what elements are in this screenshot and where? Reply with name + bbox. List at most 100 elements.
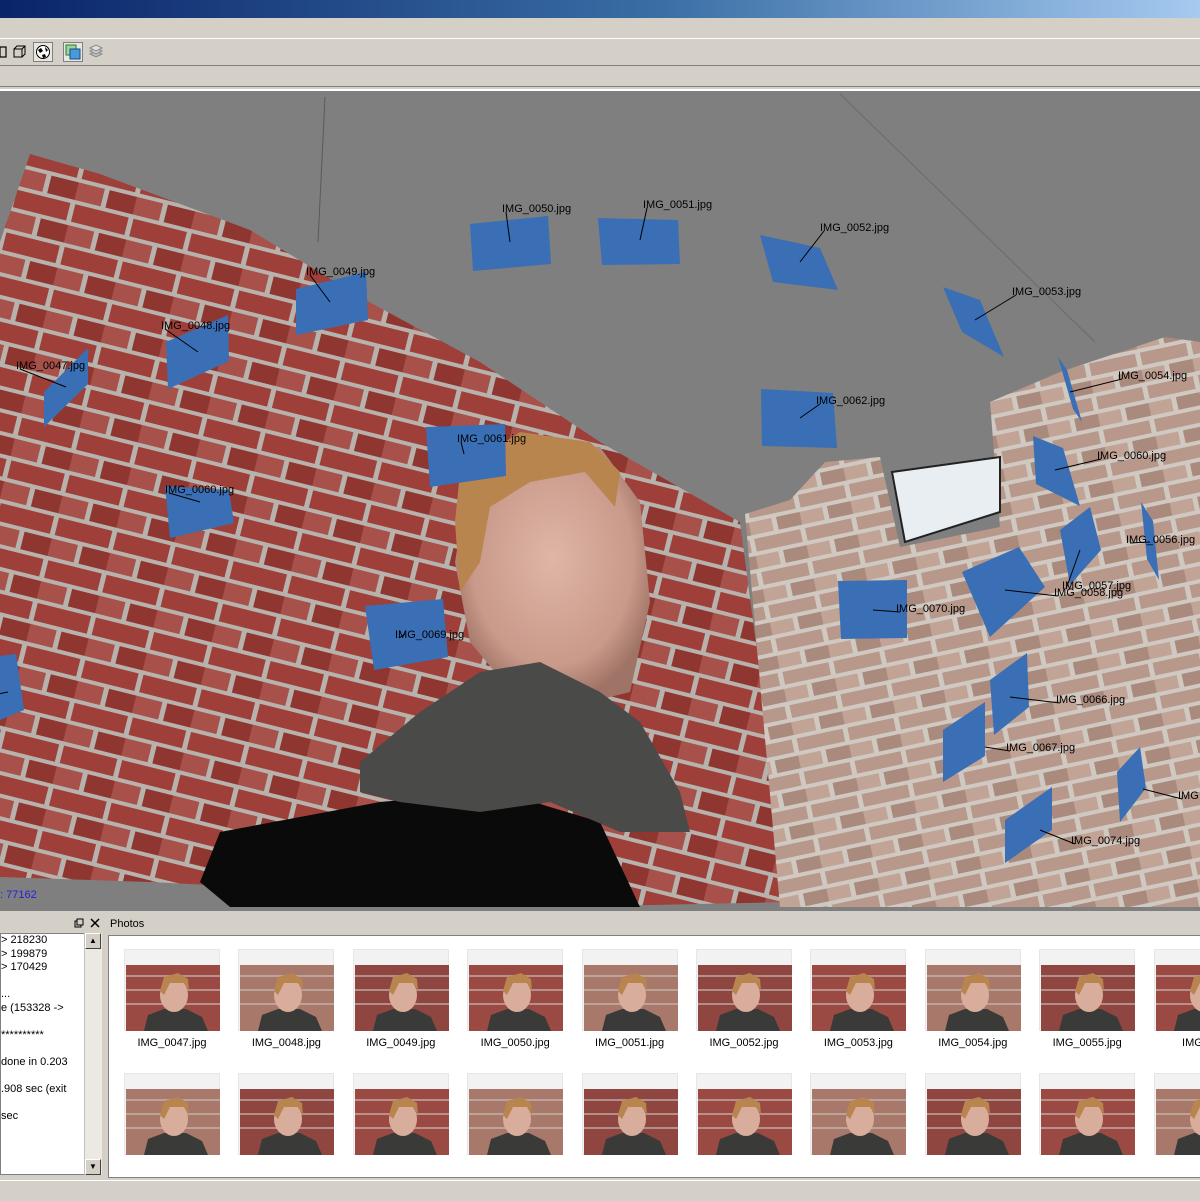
photo-thumbnail[interactable] [467,949,564,1031]
thumbnail-image [240,1089,335,1155]
log-output: > 218230 > 199879 > 170429... e (153328 -> *… [0,933,86,1175]
thumbnail-image [698,1089,792,1155]
camera-marker[interactable] [943,287,1004,357]
status-bar [0,1180,1200,1201]
scene-canvas[interactable]: IMG_0050.jpg IMG_0051.jpg IMG_0052.jpg IMG_… [0,91,1200,911]
camera-label: IMG_0058.jpg [1054,587,1123,599]
thumbnail-image [583,965,678,1031]
photo-thumbnail[interactable] [467,1073,564,1155]
photo-filename: IMG_0052.jpg [709,1037,779,1049]
camera-label: IMG_0056.jpg [1126,534,1195,546]
camera-label: IMG_0070.jpg [896,603,965,615]
log-line: e (153328 -> [1,1001,64,1014]
camera-label: IMG_0062.jpg [816,395,885,407]
camera-label: IMG_0054.jpg [1118,370,1187,382]
photo-thumbnail[interactable] [696,1073,792,1155]
camera-marker[interactable] [760,235,838,290]
log-line: done in 0.203 [1,1055,68,1068]
photos-panel: Photos IMG_0047.jpg IMG_0048.jpg IMG_0049.… [108,913,1200,1178]
photo-thumbnail[interactable] [810,949,907,1031]
camera-label: IMG_0074.jpg [1071,835,1140,847]
photo-filename: IMG_0047.jpg [137,1037,207,1049]
thumbnail-image [354,965,449,1031]
thumbnail-image [1041,965,1136,1031]
photo-thumbnail[interactable] [124,1073,220,1155]
photo-thumbnail[interactable] [124,949,220,1031]
photo-thumbnail[interactable] [810,1073,907,1155]
camera-label: IMG_0050.jpg [502,203,571,215]
stack-icon[interactable] [87,42,107,62]
photo-thumbnail[interactable] [924,949,1021,1031]
sphere-view-icon[interactable] [33,42,53,62]
thumbnail-image [698,965,792,1031]
camera-label: IMG [1178,790,1199,802]
photo-thumbnail[interactable] [1039,1073,1136,1155]
camera-label: IMG_0052.jpg [820,222,889,234]
thumbnail-image [240,965,335,1031]
scroll-down-icon[interactable]: ▼ [85,1159,101,1175]
photo-thumbnail[interactable] [238,949,335,1031]
log-line: ... [1,988,11,1000]
window-gap [890,455,1001,544]
log-line: ********** [1,1028,44,1041]
photo-filename: IMG_0054.jpg [938,1037,1008,1049]
photo-thumbnail[interactable] [696,949,792,1031]
photo-thumbnail[interactable] [1153,1073,1200,1155]
toolbar [0,38,1200,66]
secondary-toolbar [0,66,1200,87]
camera-label: IMG_0047.jpg [16,360,85,372]
photo-thumbnail[interactable] [1153,949,1200,1031]
camera-label: IMG_0066.jpg [1056,694,1125,706]
photo-filename: IMG_0055.jpg [1052,1037,1122,1049]
photo-thumbnail[interactable] [238,1073,335,1155]
thumbnail-image [812,965,907,1031]
window-title-bar [0,0,1200,18]
photo-thumbnail[interactable] [352,949,449,1031]
photos-grid: IMG_0047.jpg IMG_0048.jpg IMG_0049.jpg IMG_… [108,935,1200,1178]
camera-label: IMG_0061.jpg [457,433,526,445]
frustum-line [317,96,326,243]
log-line: > 218230 [1,934,48,946]
3d-viewport[interactable]: IMG_0050.jpg IMG_0051.jpg IMG_0052.jpg IMG_… [0,89,1200,911]
camera-marker[interactable] [470,216,551,271]
cube-view-icon[interactable] [10,42,30,62]
log-line: > 199879 [1,947,48,960]
thumbnail-image [812,1089,907,1155]
log-line: .908 sec (exit [1,1082,67,1095]
thumbnail-image [1041,1089,1136,1155]
photo-thumbnail[interactable] [1039,949,1136,1031]
point-count-readout: : 77162 [0,889,37,901]
photo-thumbnail[interactable] [352,1073,449,1155]
thumbnail-image [1155,965,1200,1031]
thumbnail-image [354,1089,449,1155]
camera-label: IMG_0067.jpg [1006,742,1075,754]
photos-overlay-icon[interactable] [63,42,83,62]
camera-label: IMG_0069.jpg [395,629,464,641]
scroll-up-icon[interactable]: ▲ [85,933,101,949]
photo-thumbnail[interactable] [581,949,678,1031]
close-icon[interactable] [90,918,100,928]
log-line: sec [1,1109,19,1122]
restore-icon[interactable] [74,918,84,928]
thumbnail-image [126,965,220,1031]
camera-label: IMG_0060.jpg [1097,450,1166,462]
camera-label: IMG_0048.jpg [161,320,230,332]
log-scrollbar[interactable]: ▲ ▼ [84,933,102,1175]
camera-label: IMG_0053.jpg [1012,286,1081,298]
thumbnail-image [583,1089,678,1155]
thumbnail-image [1155,1089,1200,1155]
photo-thumbnail[interactable] [924,1073,1021,1155]
photo-filename: IMG_0048.jpg [251,1037,321,1049]
camera-marker[interactable] [598,218,680,265]
camera-label: IMG_0049.jpg [306,266,375,278]
camera-label: IMG_0060.jpg [165,484,234,496]
photo-filename: IMG_0053.jpg [823,1037,893,1049]
thumbnail-image [126,1089,220,1155]
thumbnail-image [469,1089,564,1155]
photo-thumbnail[interactable] [581,1073,678,1155]
